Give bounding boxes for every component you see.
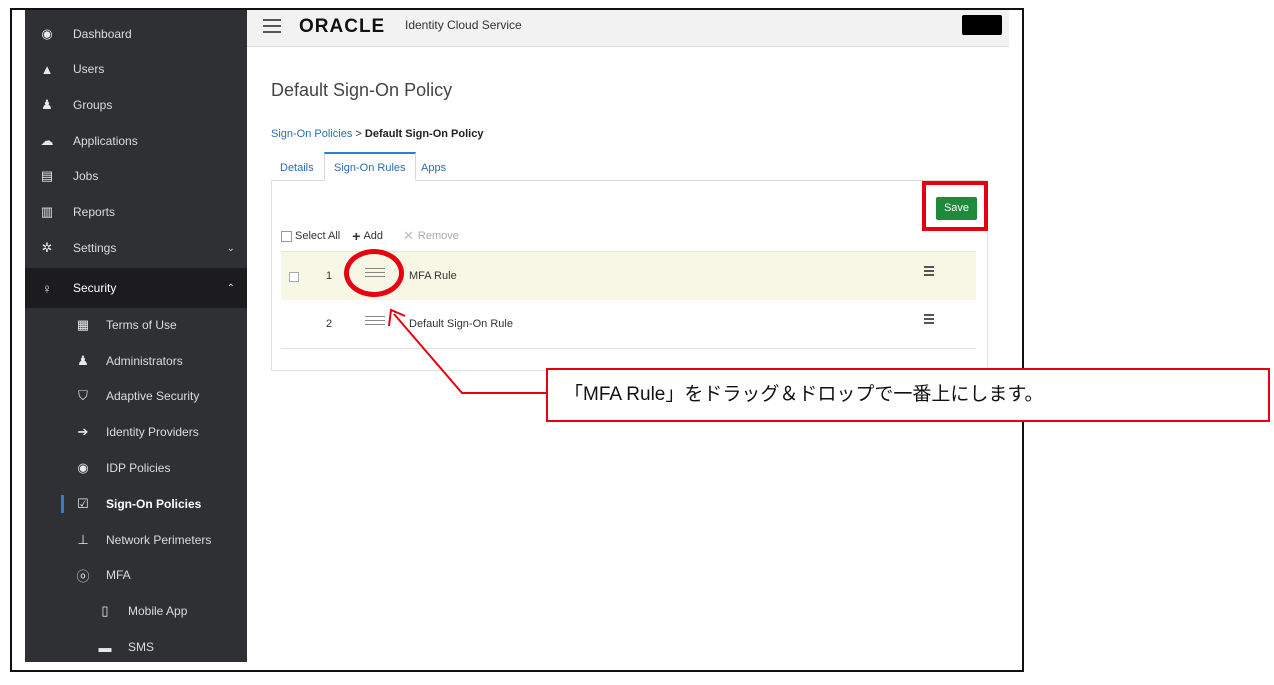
- checklist-icon: ☑: [77, 496, 89, 511]
- sidebar-item-mobile-app[interactable]: ▯ Mobile App: [25, 594, 247, 628]
- breadcrumb: Sign-On Policies > Default Sign-On Polic…: [271, 128, 483, 140]
- plus-icon: +: [352, 228, 361, 244]
- sidebar-item-label: Terms of Use: [106, 318, 177, 332]
- sidebar-item-label: Network Perimeters: [106, 533, 212, 547]
- sidebar-item-label: Jobs: [73, 169, 99, 183]
- sidebar-item-label: Reports: [73, 205, 116, 219]
- sidebar-item-label: Sign-On Policies: [106, 497, 202, 511]
- sidebar: ◉ Dashboard ▲ Users ♟ Groups ☁ Applicati…: [25, 10, 247, 662]
- chevron-down-icon: ⌄: [226, 242, 235, 254]
- sidebar-item-sms[interactable]: ▬ SMS: [25, 630, 247, 664]
- select-all-checkbox[interactable]: [281, 230, 292, 242]
- tab-details[interactable]: Details: [280, 154, 314, 179]
- sidebar-item-terms-of-use[interactable]: ▦ Terms of Use: [25, 308, 247, 342]
- dashboard-icon: ◉: [41, 26, 53, 41]
- oracle-logo: ORACLE: [299, 16, 386, 37]
- sidebar-item-settings[interactable]: ✲ Settings ⌄: [25, 231, 247, 265]
- sidebar-item-label: Adaptive Security: [106, 389, 200, 403]
- sidebar-item-groups[interactable]: ♟ Groups: [25, 88, 247, 122]
- mobile-icon: ▯: [101, 603, 109, 618]
- add-label: Add: [363, 230, 384, 242]
- add-button[interactable]: + Add: [352, 228, 383, 244]
- row-number: 1: [326, 270, 333, 282]
- jobs-icon: ▤: [40, 168, 54, 183]
- annotation-callout: 「MFA Rule」をドラッグ＆ドロップで一番上にします。: [546, 368, 1270, 422]
- shield-icon: ⛉: [78, 388, 88, 403]
- sidebar-item-users[interactable]: ▲ Users: [25, 52, 247, 86]
- key-icon: ♀: [42, 280, 52, 296]
- sidebar-item-sign-on-policies[interactable]: ☑ Sign-On Policies: [25, 487, 247, 521]
- breadcrumb-current: Default Sign-On Policy: [364, 128, 484, 140]
- sidebar-item-applications[interactable]: ☁ Applications: [25, 124, 247, 158]
- sidebar-item-label: MFA: [106, 568, 131, 582]
- sidebar-item-adaptive-security[interactable]: ⛉ Adaptive Security: [25, 379, 247, 413]
- sidebar-item-label: Administrators: [106, 354, 183, 368]
- save-highlight-box: [922, 181, 988, 231]
- row-menu-icon[interactable]: [924, 266, 934, 278]
- rules-toolbar: Select All + Add ✕ Remove: [281, 228, 459, 244]
- sidebar-item-network-perimeters[interactable]: ⊥ Network Perimeters: [25, 523, 247, 557]
- drag-handle-highlight-circle: [344, 249, 404, 297]
- row-menu-icon[interactable]: [924, 314, 934, 326]
- chevron-up-icon: ⌃: [226, 282, 235, 294]
- sidebar-item-reports[interactable]: ▥ Reports: [25, 195, 247, 229]
- tab-apps[interactable]: Apps: [421, 154, 446, 179]
- bar-chart-icon: ▥: [40, 204, 54, 219]
- table-row[interactable]: 2 Default Sign-On Rule: [281, 300, 976, 349]
- policy-icon: ◉: [77, 460, 89, 475]
- gear-icon: ✲: [41, 240, 53, 255]
- tab-sign-on-rules[interactable]: Sign-On Rules: [324, 152, 416, 181]
- sidebar-item-mfa[interactable]: ⓞ MFA: [25, 558, 247, 592]
- tab-bar: Details Sign-On Rules Apps: [271, 152, 986, 181]
- sign-in-icon: ➔: [77, 424, 89, 439]
- select-all-label: Select All: [295, 230, 341, 242]
- row-number: 2: [326, 318, 333, 330]
- remove-button[interactable]: ✕ Remove: [403, 228, 459, 244]
- sidebar-item-idp-policies[interactable]: ◉ IDP Policies: [25, 451, 247, 485]
- sidebar-item-label: Security: [73, 281, 117, 295]
- sidebar-item-label: Mobile App: [128, 604, 188, 618]
- sidebar-item-label: IDP Policies: [106, 461, 171, 475]
- sidebar-item-label: SMS: [128, 640, 155, 654]
- sidebar-item-label: Dashboard: [73, 27, 132, 41]
- row-checkbox[interactable]: [289, 272, 299, 282]
- document-icon: ▦: [76, 317, 90, 332]
- sidebar-item-label: Settings: [73, 241, 117, 255]
- active-indicator: [61, 495, 64, 513]
- sidebar-item-label: Groups: [73, 98, 113, 112]
- mfa-icon: ⓞ: [76, 568, 90, 584]
- sidebar-item-dashboard[interactable]: ◉ Dashboard: [25, 17, 247, 51]
- user-icon: ▲: [40, 61, 54, 77]
- sidebar-item-jobs[interactable]: ▤ Jobs: [25, 159, 247, 193]
- sidebar-item-security[interactable]: ♀ Security ⌃: [25, 268, 247, 308]
- sidebar-item-label: Users: [73, 62, 105, 76]
- sidebar-item-administrators[interactable]: ♟ Administrators: [25, 344, 247, 378]
- avatar[interactable]: [962, 15, 1002, 35]
- rule-name: MFA Rule: [409, 270, 457, 282]
- network-icon: ⊥: [77, 532, 89, 547]
- remove-label: Remove: [417, 230, 459, 242]
- sms-icon: ▬: [98, 639, 112, 655]
- app-subtitle: Identity Cloud Service: [405, 18, 522, 32]
- groups-icon: ♟: [41, 97, 53, 112]
- rule-name: Default Sign-On Rule: [409, 318, 513, 330]
- hamburger-menu-icon[interactable]: [263, 19, 281, 33]
- cloud-icon: ☁: [40, 133, 54, 148]
- sidebar-item-identity-providers[interactable]: ➔ Identity Providers: [25, 415, 247, 449]
- page-title: Default Sign-On Policy: [271, 80, 453, 100]
- drag-handle-icon[interactable]: [365, 316, 385, 330]
- top-bar: ORACLE Identity Cloud Service: [247, 10, 1009, 47]
- breadcrumb-separator: >: [355, 128, 362, 140]
- close-icon: ✕: [403, 228, 414, 243]
- breadcrumb-link[interactable]: Sign-On Policies: [271, 128, 352, 140]
- sidebar-item-label: Identity Providers: [106, 425, 199, 439]
- sidebar-item-label: Applications: [73, 134, 138, 148]
- admin-icon: ♟: [77, 353, 89, 368]
